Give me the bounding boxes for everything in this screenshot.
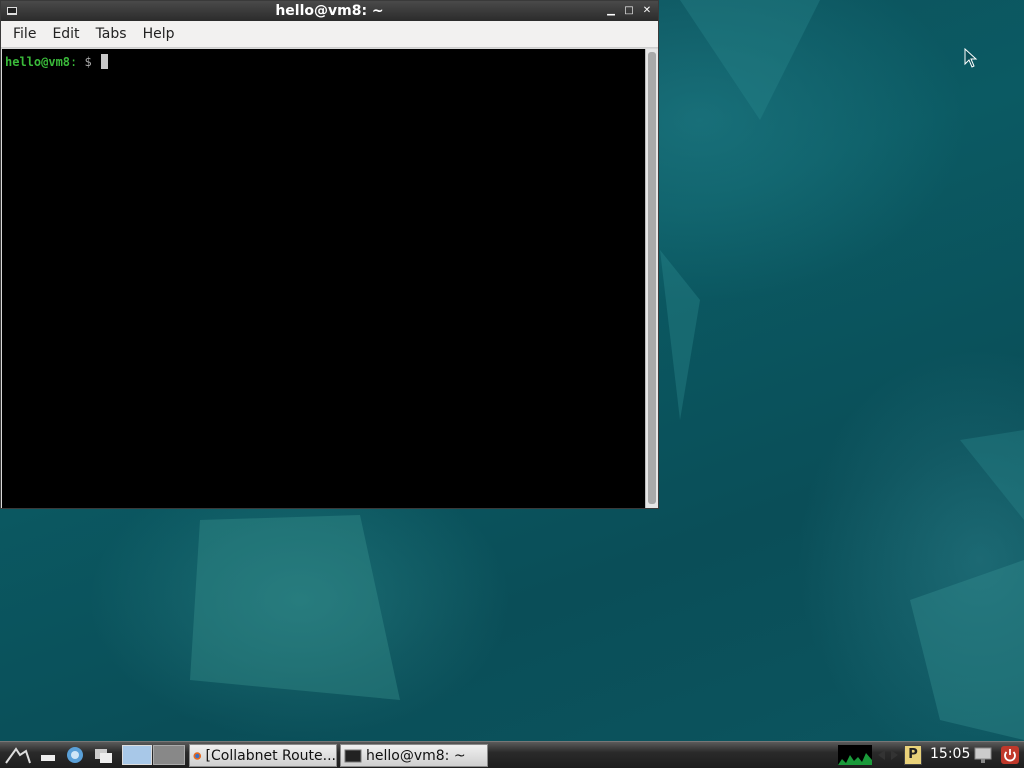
menu-tabs[interactable]: Tabs — [88, 26, 135, 42]
shell-prompt: hello@vm8: $ — [5, 54, 108, 69]
text-cursor — [100, 54, 108, 69]
prompt-user: hello@vm8 — [5, 55, 71, 69]
web-browser-icon[interactable] — [64, 745, 86, 765]
task-firefox-label: [Collabnet Route... — [205, 747, 336, 764]
power-icon[interactable] — [1000, 745, 1020, 765]
clock[interactable]: 15:05 — [930, 746, 970, 762]
task-terminal-label: hello@vm8: ~ — [366, 747, 466, 764]
prompt-dollar: $ — [77, 55, 99, 69]
menu-file[interactable]: File — [5, 26, 44, 42]
window-title: hello@vm8: ~ — [275, 3, 384, 19]
menu-help[interactable]: Help — [135, 26, 183, 42]
minimize-icon[interactable]: ▁ — [604, 3, 618, 18]
taskbar: [Collabnet Route... hello@vm8: ~ P 15:05 — [0, 741, 1024, 768]
indicator-p-icon[interactable]: P — [904, 745, 922, 765]
terminal-window-icon — [7, 7, 17, 15]
scrollbar-thumb[interactable] — [648, 52, 656, 504]
network-icon[interactable] — [876, 745, 900, 765]
menu-edit[interactable]: Edit — [44, 26, 87, 42]
display-icon[interactable] — [972, 745, 994, 765]
file-manager-icon[interactable] — [38, 745, 58, 765]
mouse-pointer-icon — [964, 48, 978, 68]
close-icon[interactable]: ✕ — [640, 3, 654, 18]
scrollbar[interactable] — [645, 49, 658, 508]
cpu-monitor-icon — [838, 745, 872, 765]
terminal-window[interactable]: hello@vm8: ~ ▁ □ ✕ File Edit Tabs Help h… — [0, 0, 659, 509]
menubar: File Edit Tabs Help — [1, 21, 658, 48]
window-titlebar[interactable]: hello@vm8: ~ ▁ □ ✕ — [1, 1, 658, 21]
task-terminal[interactable]: hello@vm8: ~ — [340, 744, 488, 767]
terminal-icon — [344, 749, 362, 762]
desktop-pager-1[interactable] — [122, 745, 152, 765]
window-switcher-icon[interactable] — [92, 745, 116, 765]
maximize-icon[interactable]: □ — [622, 3, 636, 18]
desktop-pager-2[interactable] — [153, 745, 185, 765]
terminal-area[interactable]: hello@vm8: $ — [2, 49, 645, 508]
start-menu-icon[interactable] — [4, 745, 32, 765]
firefox-icon — [193, 751, 202, 760]
task-firefox[interactable]: [Collabnet Route... — [189, 744, 337, 767]
